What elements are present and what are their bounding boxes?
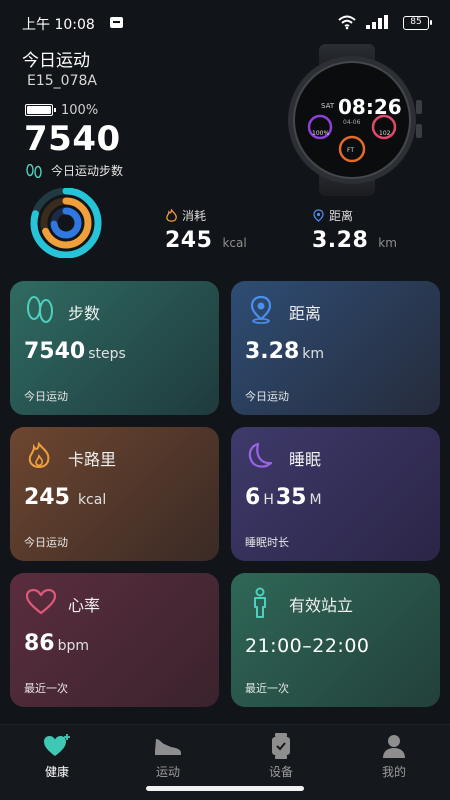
nav-sport-label: 运动: [155, 765, 180, 779]
home-indicator[interactable]: [146, 786, 304, 791]
sleep-hours-value: 6: [245, 485, 261, 510]
watch-image[interactable]: SAT 08:26 04-06 100% 102 FT: [284, 44, 430, 196]
calories-summary-unit: kcal: [222, 236, 247, 250]
standing-person-icon: [254, 587, 266, 618]
watch-time: 08:26: [338, 95, 402, 119]
sleep-card[interactable]: 睡眠 6 H 35 M 睡眠时长: [231, 427, 440, 561]
distance-summary: 距离 3.28 km: [312, 207, 397, 253]
location-pin-icon: [250, 295, 272, 324]
heart-rate-card-subtitle: 最近一次: [24, 682, 68, 695]
today-steps-label: 今日运动步数: [51, 164, 124, 178]
signal-icon: [366, 15, 388, 29]
footprints-icon: [26, 163, 42, 178]
heart-icon: [25, 588, 57, 615]
steps-card-subtitle: 今日运动: [24, 390, 68, 403]
standing-card-subtitle: 最近一次: [245, 682, 289, 695]
moon-icon: [248, 442, 273, 468]
status-battery: 85: [403, 16, 432, 30]
nav-sport[interactable]: 运动: [128, 733, 208, 780]
today-steps-value: 7540: [24, 119, 121, 159]
device-battery-percent: 100%: [61, 102, 99, 118]
nav-device[interactable]: 设备: [241, 733, 321, 780]
distance-summary-unit: km: [378, 236, 397, 250]
distance-card[interactable]: 距离 3.28 km 今日运动: [231, 281, 440, 415]
watch-date: 04-06: [343, 119, 361, 126]
heart-rate-unit: bpm: [57, 638, 90, 654]
calories-card[interactable]: 卡路里 245 kcal 今日运动: [10, 427, 219, 561]
battery-icon: [25, 104, 56, 116]
steps-card[interactable]: 步数 7540 steps 今日运动: [10, 281, 219, 415]
distance-card-title: 距离: [289, 304, 322, 323]
status-time: 上午 10:08: [22, 17, 95, 33]
device-battery: 100%: [25, 102, 98, 118]
shoe-icon: [155, 739, 181, 755]
standing-card[interactable]: 有效站立 21:00–22:00 最近一次: [231, 573, 440, 707]
standing-time-range: 21:00–22:00: [245, 635, 370, 657]
flame-icon: [28, 441, 50, 468]
distance-card-value: 3.28: [245, 339, 300, 364]
sleep-minutes-unit: M: [309, 492, 322, 508]
calories-card-value: 245: [24, 485, 70, 510]
standing-card-title: 有效站立: [289, 596, 354, 615]
nav-me-label: 我的: [381, 765, 406, 779]
watch-left-value: 100%: [312, 130, 329, 137]
nav-me[interactable]: 我的: [354, 733, 434, 780]
nav-health[interactable]: 健康: [17, 733, 97, 780]
steps-card-value: 7540: [24, 339, 86, 364]
steps-card-unit: steps: [88, 346, 126, 362]
sleep-card-title: 睡眠: [289, 450, 322, 469]
calories-summary-value: 245: [165, 228, 213, 253]
calories-card-unit: kcal: [77, 492, 107, 508]
calories-summary-label: 消耗: [182, 209, 207, 223]
nav-health-label: 健康: [44, 765, 69, 779]
sleep-hours-unit: H: [263, 492, 274, 508]
wifi-icon: [338, 15, 356, 30]
heart-rate-card-title: 心率: [68, 596, 101, 615]
distance-card-unit: km: [302, 346, 325, 362]
status-bar: 上午 10:08 85: [0, 0, 450, 48]
distance-summary-value: 3.28: [312, 228, 369, 253]
device-name[interactable]: E15_078A: [27, 73, 97, 89]
calories-card-subtitle: 今日运动: [24, 536, 68, 549]
watch-right-value: 102: [379, 130, 391, 137]
calories-card-title: 卡路里: [68, 450, 117, 469]
person-icon: [383, 735, 405, 758]
sleep-minutes-value: 35: [275, 485, 307, 510]
heart-rate-value: 86: [24, 631, 55, 656]
watch-day: SAT: [321, 102, 335, 110]
heart-plus-icon: [44, 734, 70, 756]
distance-summary-label: 距离: [329, 209, 354, 223]
page-title: 今日运动: [22, 51, 90, 71]
steps-card-title: 步数: [68, 304, 101, 323]
distance-card-subtitle: 今日运动: [245, 390, 289, 403]
watch-icon: [272, 733, 290, 759]
flame-icon: [166, 208, 177, 222]
sleep-card-subtitle: 睡眠时长: [245, 536, 289, 549]
steps-label-row: 今日运动步数: [25, 162, 123, 179]
heart-rate-card[interactable]: 心率 86 bpm 最近一次: [10, 573, 219, 707]
location-pin-icon: [313, 208, 324, 222]
nav-device-label: 设备: [268, 765, 293, 779]
message-icon: [110, 17, 123, 28]
calories-summary: 消耗 245 kcal: [165, 207, 247, 253]
footprints-icon: [27, 296, 53, 323]
activity-rings: [30, 188, 102, 258]
watch-bottom-value: FT: [347, 147, 354, 154]
